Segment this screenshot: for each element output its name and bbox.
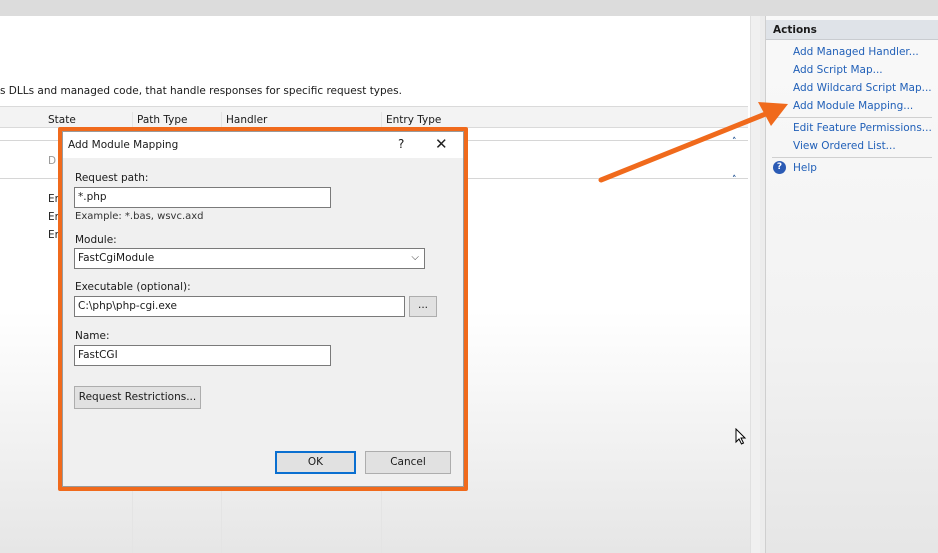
column-header-path-type[interactable]: Path Type [137, 114, 188, 126]
column-header-handler[interactable]: Handler [226, 114, 267, 126]
executable-input[interactable]: C:\php\php-cgi.exe [74, 296, 405, 317]
actions-divider [772, 157, 932, 158]
ok-button[interactable]: OK [275, 451, 356, 474]
chevron-up-icon[interactable]: ˄ [732, 137, 737, 147]
window-top-strip [0, 0, 938, 16]
add-module-mapping-link[interactable]: Add Module Mapping... [793, 100, 913, 112]
actions-header: Actions [766, 20, 938, 40]
mouse-cursor-icon [735, 428, 747, 445]
module-select-value: FastCgiModule [78, 252, 155, 264]
cancel-button[interactable]: Cancel [365, 451, 451, 474]
browse-button[interactable]: ... [409, 296, 437, 317]
name-input[interactable]: FastCGI [74, 345, 331, 366]
view-ordered-list-link[interactable]: View Ordered List... [793, 140, 896, 152]
dialog-title: Add Module Mapping [68, 139, 179, 151]
dialog-help-button[interactable]: ? [398, 137, 404, 151]
request-path-label: Request path: [75, 172, 149, 184]
vertical-scrollbar[interactable] [750, 16, 760, 553]
close-icon[interactable]: ✕ [435, 135, 448, 153]
help-link[interactable]: Help [793, 162, 817, 174]
dialog-title-bar[interactable]: Add Module Mapping ? ✕ [63, 132, 463, 158]
module-select[interactable]: FastCgiModule ⌵ [74, 248, 425, 269]
name-label: Name: [75, 330, 110, 342]
add-managed-handler-link[interactable]: Add Managed Handler... [793, 46, 919, 58]
add-script-map-link[interactable]: Add Script Map... [793, 64, 883, 76]
feature-description: s DLLs and managed code, that handle res… [0, 85, 402, 97]
request-path-hint: Example: *.bas, wsvc.axd [75, 211, 204, 222]
request-path-input[interactable]: *.php [74, 187, 331, 208]
actions-pane: Actions Add Managed Handler... Add Scrip… [765, 16, 938, 553]
request-restrictions-button[interactable]: Request Restrictions... [74, 386, 201, 409]
table-toolbar [0, 106, 748, 128]
add-module-mapping-dialog: Add Module Mapping ? ✕ Request path: *.p… [62, 131, 464, 487]
actions-divider [772, 117, 932, 118]
chevron-up-icon[interactable]: ˄ [732, 175, 737, 185]
module-label: Module: [75, 234, 117, 246]
edit-feature-permissions-link[interactable]: Edit Feature Permissions... [793, 122, 932, 134]
add-wildcard-script-map-link[interactable]: Add Wildcard Script Map... [793, 82, 932, 94]
help-icon[interactable]: ? [773, 161, 786, 174]
chevron-down-icon[interactable]: ⌵ [411, 252, 419, 263]
column-header-entry-type[interactable]: Entry Type [386, 114, 441, 126]
table-row[interactable]: D [48, 155, 56, 167]
executable-label: Executable (optional): [75, 281, 191, 293]
column-header-state[interactable]: State [48, 114, 76, 126]
